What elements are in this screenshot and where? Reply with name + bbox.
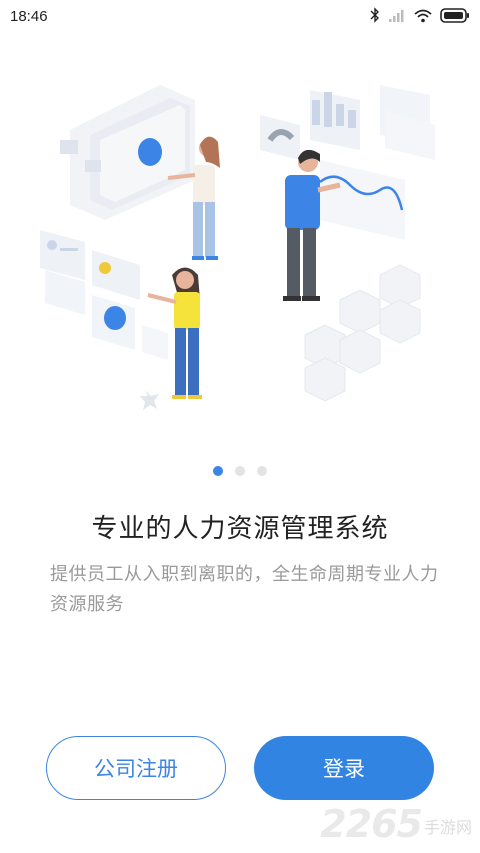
cubes-right: [304, 264, 421, 402]
signal-icon: [388, 8, 406, 27]
pager-dot[interactable]: [257, 466, 267, 476]
pager-dot-active[interactable]: [213, 466, 223, 476]
onboarding-illustration: [30, 70, 450, 430]
pager-indicator: [0, 466, 480, 476]
status-icons: [370, 7, 470, 27]
status-bar: 18:46: [0, 0, 480, 34]
watermark-number: 2265: [320, 802, 423, 846]
watermark-logo: 2265 手游网: [320, 802, 472, 846]
status-time: 18:46: [10, 8, 48, 25]
bluetooth-icon: [370, 7, 380, 27]
screen-panels-left: [60, 85, 195, 220]
battery-icon: [440, 7, 470, 27]
company-register-button[interactable]: 公司注册: [46, 736, 226, 800]
watermark-text: 手游网: [423, 818, 472, 837]
login-button[interactable]: 登录: [254, 736, 434, 800]
pager-dot[interactable]: [235, 466, 245, 476]
wifi-icon: [414, 8, 432, 27]
onboarding-title: 专业的人力资源管理系统: [91, 514, 389, 544]
profile-cards-left: [40, 230, 168, 410]
onboarding-subtitle: 提供员工从入职到离职的，全生命周期专业人力资源服务: [50, 564, 439, 615]
